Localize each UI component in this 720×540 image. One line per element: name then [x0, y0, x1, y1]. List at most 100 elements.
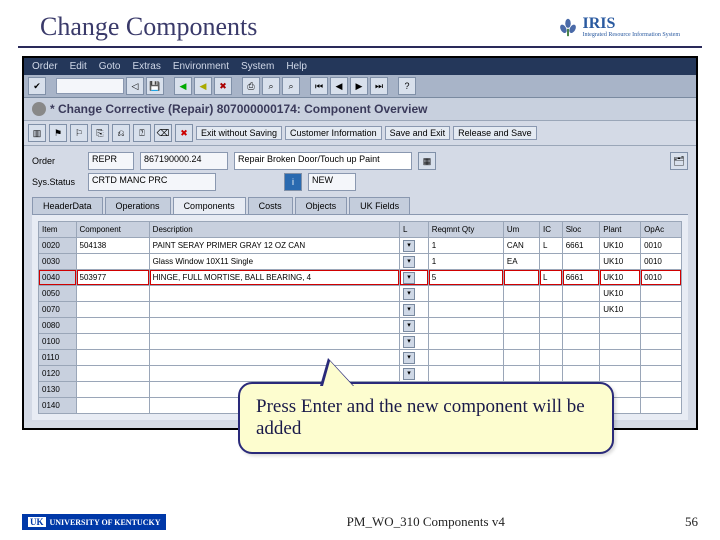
cell[interactable]: 0010: [641, 254, 682, 270]
cell[interactable]: [540, 334, 563, 350]
first-page-icon[interactable]: ⏮: [310, 77, 328, 95]
tab-costs[interactable]: Costs: [248, 197, 293, 214]
cell[interactable]: [503, 270, 539, 286]
menu-goto[interactable]: Goto: [99, 61, 121, 72]
cell[interactable]: 0080: [39, 318, 77, 334]
order-type-field[interactable]: REPR: [88, 152, 134, 170]
cell[interactable]: ▾: [399, 254, 428, 270]
lookup-icon[interactable]: ▾: [403, 256, 415, 268]
menu-edit[interactable]: Edit: [70, 61, 87, 72]
order-description-field[interactable]: Repair Broken Door/Touch up Paint: [234, 152, 412, 170]
cell[interactable]: ▾: [399, 350, 428, 366]
cell[interactable]: [428, 318, 503, 334]
cell[interactable]: 1: [428, 238, 503, 254]
cell[interactable]: HINGE, FULL MORTISE, BALL BEARING, 4: [149, 270, 399, 286]
tab-uk-fields[interactable]: UK Fields: [349, 197, 410, 214]
cell[interactable]: PAINT SERAY PRIMER GRAY 12 OZ CAN: [149, 238, 399, 254]
cell[interactable]: 1: [428, 254, 503, 270]
cell[interactable]: [600, 350, 641, 366]
menu-environment[interactable]: Environment: [173, 61, 229, 72]
lookup-icon[interactable]: ▾: [403, 304, 415, 316]
cell[interactable]: 6661: [562, 238, 600, 254]
cell[interactable]: [76, 302, 149, 318]
menu-help[interactable]: Help: [286, 61, 307, 72]
cell[interactable]: 0110: [39, 350, 77, 366]
table-row[interactable]: 0040503977HINGE, FULL MORTISE, BALL BEAR…: [39, 270, 682, 286]
command-field[interactable]: [56, 78, 124, 94]
lookup-icon[interactable]: ▾: [403, 336, 415, 348]
cell[interactable]: 0020: [39, 238, 77, 254]
tab-components[interactable]: Components: [173, 197, 246, 214]
cell[interactable]: 5: [428, 270, 503, 286]
lookup-icon[interactable]: ▾: [403, 368, 415, 380]
cell[interactable]: [76, 398, 149, 414]
cell[interactable]: [540, 318, 563, 334]
col-reqmnt-qty[interactable]: Reqmnt Qty: [428, 222, 503, 238]
app-icon-5[interactable]: ⎌: [112, 124, 130, 142]
table-row[interactable]: 0080 ▾: [39, 318, 682, 334]
lookup-icon[interactable]: ▾: [403, 288, 415, 300]
cell[interactable]: [600, 318, 641, 334]
cell[interactable]: UK10: [600, 238, 641, 254]
cell[interactable]: ▾: [399, 366, 428, 382]
cell[interactable]: 0040: [39, 270, 77, 286]
back-icon[interactable]: ◁: [126, 77, 144, 95]
app-icon-6[interactable]: ⍰: [133, 124, 151, 142]
cell[interactable]: UK10: [600, 302, 641, 318]
cell[interactable]: [562, 366, 600, 382]
lookup-icon[interactable]: ▾: [403, 320, 415, 332]
cell[interactable]: ▾: [399, 270, 428, 286]
cell[interactable]: [562, 286, 600, 302]
cell[interactable]: [641, 350, 682, 366]
app-icon-3[interactable]: ⚐: [70, 124, 88, 142]
cell[interactable]: 0070: [39, 302, 77, 318]
cell[interactable]: Glass Window 10X11 Single: [149, 254, 399, 270]
cell[interactable]: [503, 366, 539, 382]
cell[interactable]: [540, 350, 563, 366]
cell[interactable]: EA: [503, 254, 539, 270]
col-description[interactable]: Description: [149, 222, 399, 238]
next-page-icon[interactable]: ▶: [350, 77, 368, 95]
table-row[interactable]: 0120▾: [39, 366, 682, 382]
prev-page-icon[interactable]: ◀: [330, 77, 348, 95]
cell[interactable]: L: [540, 270, 563, 286]
table-row[interactable]: 0020504138PAINT SERAY PRIMER GRAY 12 OZ …: [39, 238, 682, 254]
last-page-icon[interactable]: ⏭: [370, 77, 388, 95]
app-icon-7[interactable]: ⌫: [154, 124, 172, 142]
col-plant[interactable]: Plant: [600, 222, 641, 238]
table-row[interactable]: 0110 ▾: [39, 350, 682, 366]
col-um[interactable]: Um: [503, 222, 539, 238]
cell[interactable]: ▾: [399, 334, 428, 350]
cell[interactable]: 0030: [39, 254, 77, 270]
cell[interactable]: 0130: [39, 382, 77, 398]
cell[interactable]: [76, 350, 149, 366]
cell[interactable]: ▾: [399, 318, 428, 334]
cell[interactable]: [562, 334, 600, 350]
back-green-icon[interactable]: ◀: [174, 77, 192, 95]
lookup-icon[interactable]: ▾: [403, 352, 415, 364]
col-opac[interactable]: OpAc: [641, 222, 682, 238]
cell[interactable]: [641, 382, 682, 398]
cell[interactable]: [503, 350, 539, 366]
cell[interactable]: [641, 318, 682, 334]
cell[interactable]: UK10: [600, 270, 641, 286]
cell[interactable]: ▾: [399, 286, 428, 302]
cell[interactable]: UK10: [600, 286, 641, 302]
order-detail-icon[interactable]: ▦: [418, 152, 436, 170]
cell[interactable]: [428, 334, 503, 350]
col-sloc[interactable]: Sloc: [562, 222, 600, 238]
col-ic[interactable]: IC: [540, 222, 563, 238]
cell[interactable]: ▾: [399, 302, 428, 318]
menu-system[interactable]: System: [241, 61, 274, 72]
cell[interactable]: [76, 334, 149, 350]
table-row[interactable]: 0100▾: [39, 334, 682, 350]
cell[interactable]: [149, 286, 399, 302]
cell[interactable]: [149, 350, 399, 366]
cell[interactable]: [428, 366, 503, 382]
cell[interactable]: [540, 366, 563, 382]
cell[interactable]: 0050: [39, 286, 77, 302]
cell[interactable]: [562, 254, 600, 270]
cell[interactable]: [428, 286, 503, 302]
cell[interactable]: [149, 334, 399, 350]
find-next-icon[interactable]: ⌕: [282, 77, 300, 95]
